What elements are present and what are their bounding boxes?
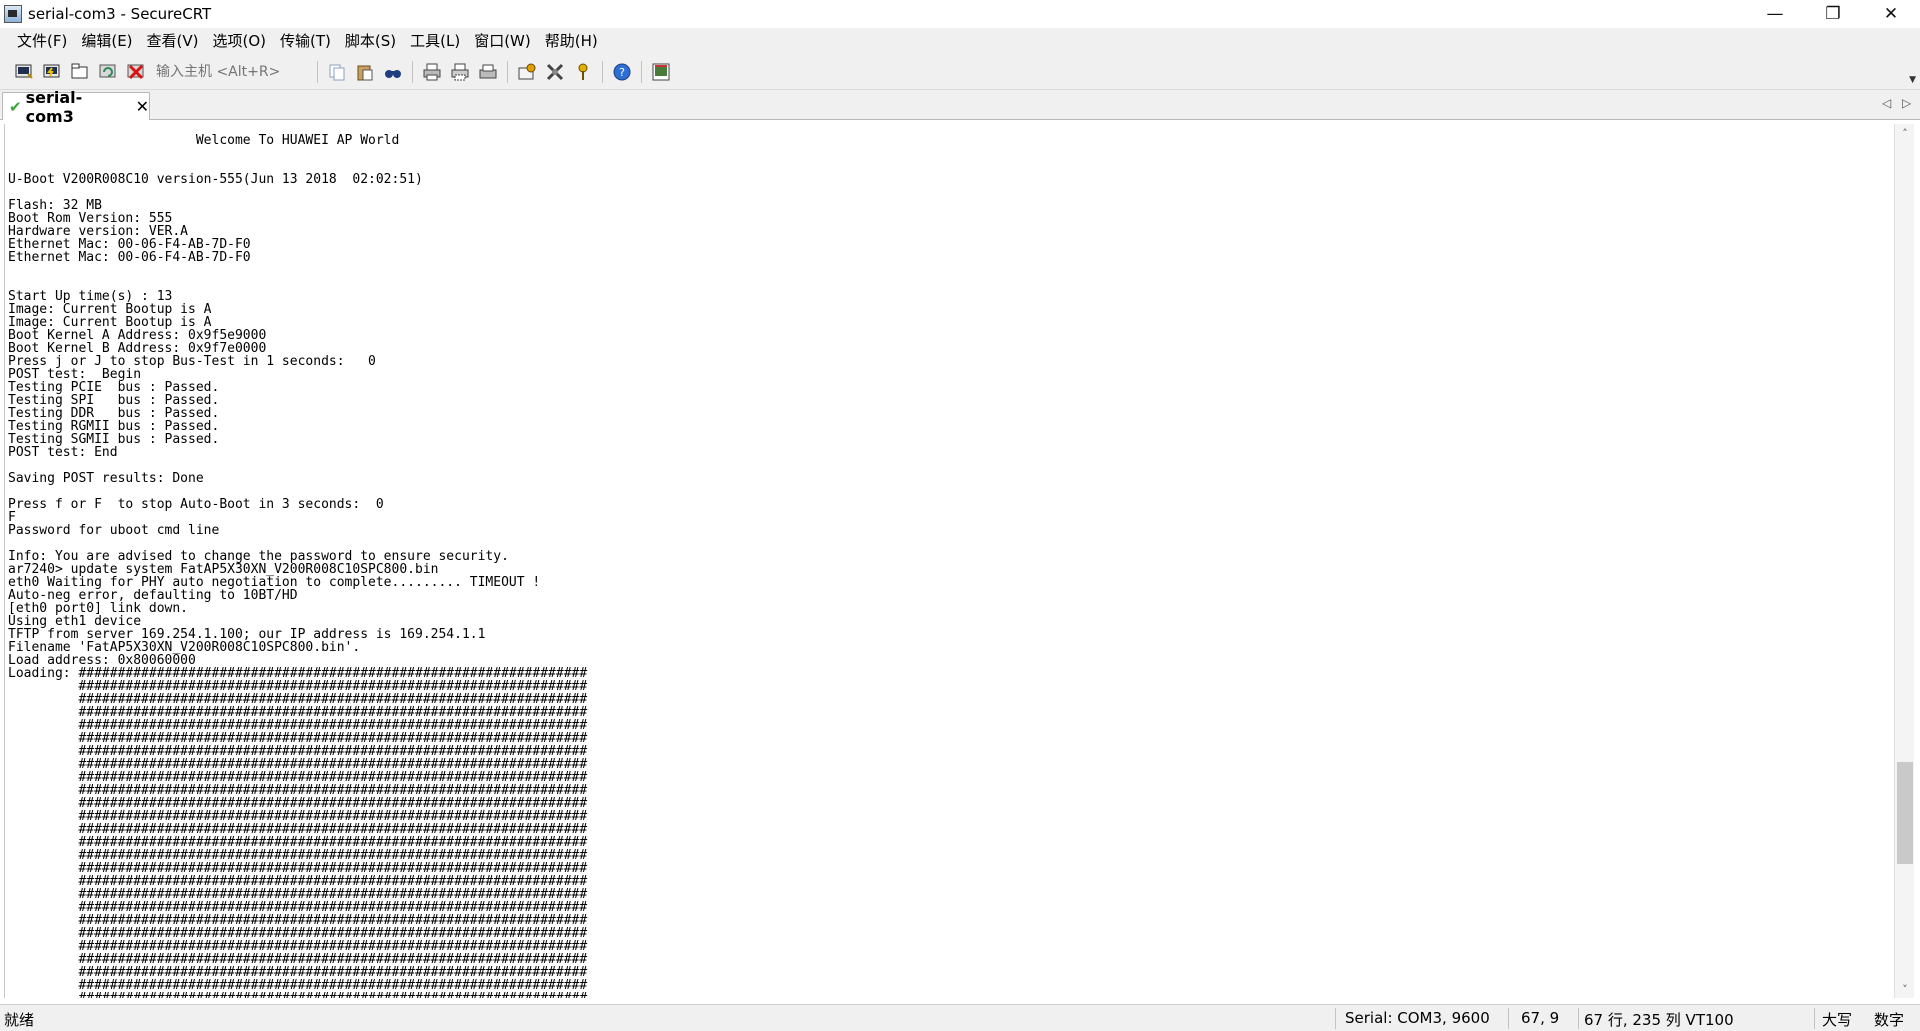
connect-in-tab-icon[interactable]	[69, 61, 91, 83]
menu-transfer[interactable]: 传输(T)	[273, 28, 338, 55]
menu-options[interactable]: 选项(O)	[206, 28, 274, 55]
toolbar-overflow-icon[interactable]: ▼	[1909, 75, 1916, 85]
menu-help[interactable]: 帮助(H)	[538, 28, 605, 55]
tab-scroll-right-icon[interactable]: ▷	[1902, 96, 1911, 110]
connect-icon[interactable]	[13, 61, 35, 83]
status-caps-lock: 大写	[1822, 1011, 1853, 1029]
global-options-icon[interactable]	[544, 61, 566, 83]
disconnect-icon[interactable]	[125, 61, 147, 83]
terminal-line: ########################################…	[8, 992, 1894, 998]
close-window-button[interactable]: ✕	[1862, 0, 1920, 28]
status-num-lock: 数字	[1874, 1011, 1905, 1029]
help-icon[interactable]: ?	[611, 61, 633, 83]
terminal-text: Welcome To HUAWEI AP World U-Boot V200R0…	[5, 124, 1894, 998]
title-bar: serial-com3 - SecureCRT — ❐ ✕	[0, 0, 1920, 28]
menu-edit[interactable]: 编辑(E)	[74, 28, 139, 55]
minimize-button[interactable]: —	[1746, 0, 1804, 28]
print-icon[interactable]	[421, 61, 443, 83]
scroll-up-arrow-icon[interactable]: ˄	[1895, 124, 1915, 142]
print-selection-icon[interactable]	[449, 61, 471, 83]
toolbar-separator	[317, 61, 318, 83]
terminal-line: Image: Current Bootup is A	[8, 315, 212, 330]
paste-icon[interactable]	[354, 61, 376, 83]
terminal-line: Hardware version: VER.A	[8, 224, 189, 239]
copy-icon[interactable]	[326, 61, 348, 83]
terminal-line: [eth0 port0] link down.	[8, 601, 189, 616]
terminal-line: Testing DDR bus : Passed.	[8, 406, 220, 421]
terminal-line: Boot Rom Version: 555	[8, 211, 173, 226]
window-title: serial-com3 - SecureCRT	[28, 5, 212, 23]
terminal-line: Ethernet Mac: 00-06-F4-AB-7D-F0	[8, 250, 251, 265]
reconnect-icon[interactable]	[97, 61, 119, 83]
status-ready: 就绪	[4, 1011, 35, 1029]
menu-file[interactable]: 文件(F)	[10, 28, 74, 55]
terminal-line: Ethernet Mac: 00-06-F4-AB-7D-F0	[8, 237, 251, 252]
terminal-line: Testing PCIE bus : Passed.	[8, 380, 220, 395]
terminal-line: Boot Kernel A Address: 0x9f5e9000	[8, 328, 267, 343]
status-bar: 就绪 Serial: COM3, 9600 67, 9 67 行, 235 列 …	[0, 1004, 1920, 1031]
terminal-line: Testing SPI bus : Passed.	[8, 393, 220, 408]
status-separator	[1814, 1008, 1815, 1029]
connected-check-icon: ✔	[9, 97, 22, 116]
quick-connect-icon[interactable]	[41, 61, 63, 83]
menu-tools[interactable]: 工具(L)	[403, 28, 467, 55]
terminal-line: Press j or J to stop Bus-Test in 1 secon…	[8, 354, 376, 369]
terminal-line: Auto-neg error, defaulting to 10BT/HD	[8, 588, 298, 603]
terminal-line: Password for uboot cmd line	[8, 523, 220, 538]
terminal-line: Filename 'FatAP5X30XN_V200R008C10SPC800.…	[8, 640, 361, 655]
scroll-down-arrow-icon[interactable]: ˅	[1895, 980, 1915, 998]
tab-serial-com3[interactable]: ✔ serial-com3 ✕	[2, 88, 150, 126]
status-terminal-size: 67 行, 235 列 VT100	[1584, 1011, 1734, 1029]
terminal-line: F	[8, 510, 16, 525]
terminal-line: Testing SGMII bus : Passed.	[8, 432, 220, 447]
status-connection: Serial: COM3, 9600	[1345, 1009, 1490, 1027]
tab-close-icon[interactable]: ✕	[136, 97, 149, 116]
printer-setup-icon[interactable]	[477, 61, 499, 83]
keymap-icon[interactable]	[572, 61, 594, 83]
terminal-line: Start Up time(s) : 13	[8, 289, 173, 304]
terminal-output[interactable]: Welcome To HUAWEI AP World U-Boot V200R0…	[4, 124, 1894, 998]
restore-button[interactable]: ❐	[1804, 0, 1862, 28]
toolbar-separator	[641, 61, 642, 83]
session-tab-bar: ✔ serial-com3 ✕ ◁ ▷	[0, 88, 1920, 126]
status-cursor-position: 67, 9	[1521, 1009, 1560, 1027]
scrollbar-thumb[interactable]	[1897, 762, 1913, 864]
toolbar-separator	[602, 61, 603, 83]
menu-bar: 文件(F) 编辑(E) 查看(V) 选项(O) 传输(T) 脚本(S) 工具(L…	[0, 28, 1920, 55]
tab-scroll-left-icon[interactable]: ◁	[1882, 96, 1891, 110]
status-separator	[1578, 1008, 1579, 1029]
terminal-line: Flash: 32 MB	[8, 198, 102, 213]
toolbar-separator	[507, 61, 508, 83]
terminal-line: Saving POST results: Done	[8, 471, 204, 486]
terminal-line: Press f or F to stop Auto-Boot in 3 seco…	[8, 497, 384, 512]
toolbar-separator	[412, 61, 413, 83]
about-icon[interactable]	[650, 61, 672, 83]
svg-text:?: ?	[619, 66, 625, 79]
toolbar: ? ▼	[0, 55, 1920, 90]
securecrt-app-icon	[4, 5, 22, 23]
menu-window[interactable]: 窗口(W)	[467, 28, 538, 55]
vertical-scrollbar[interactable]: ˄ ˅	[1894, 124, 1914, 998]
menu-view[interactable]: 查看(V)	[140, 28, 206, 55]
tab-label: serial-com3	[25, 87, 83, 126]
find-icon[interactable]	[382, 61, 404, 83]
terminal-line: Testing RGMII bus : Passed.	[8, 419, 220, 434]
host-input[interactable]	[156, 61, 306, 83]
terminal-line: POST test: Begin	[8, 367, 142, 382]
status-separator	[1335, 1008, 1336, 1029]
session-options-icon[interactable]	[516, 61, 538, 83]
terminal-line: Welcome To HUAWEI AP World	[8, 133, 400, 148]
status-separator	[1508, 1008, 1509, 1029]
terminal-line: Image: Current Bootup is A	[8, 302, 212, 317]
menu-script[interactable]: 脚本(S)	[338, 28, 403, 55]
window-controls: — ❐ ✕	[1746, 0, 1920, 28]
terminal-line: U-Boot V200R008C10 version-555(Jun 13 20…	[8, 172, 423, 187]
terminal-line: POST test: End	[8, 445, 118, 460]
